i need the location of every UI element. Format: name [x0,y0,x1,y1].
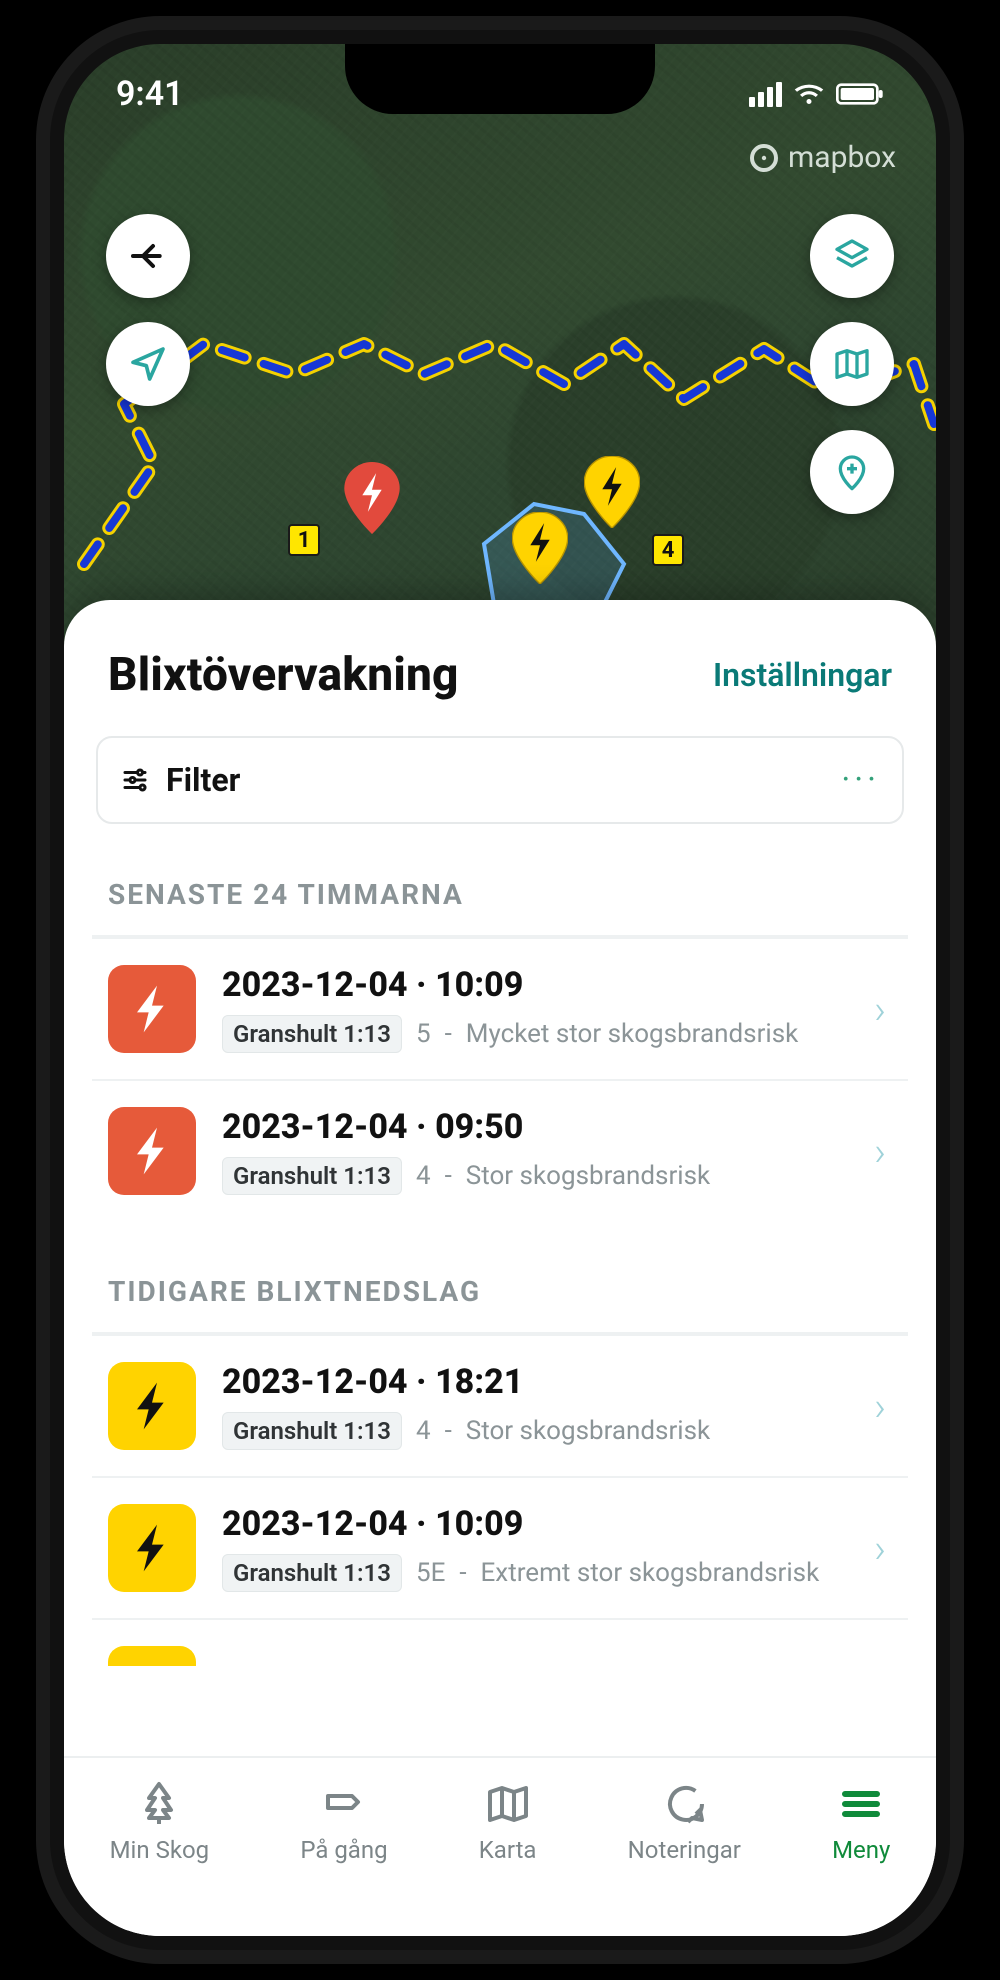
sliders-icon [120,765,150,795]
wifi-icon [794,79,824,109]
dash: - [445,1161,452,1191]
phone-frame: 9:41 mapbox [50,30,950,1950]
event-row[interactable]: 2023-12-04 · 09:50 Granshult 1:13 4 - St… [92,1079,908,1221]
event-subtitle: Granshult 1:13 4 - Stor skogsbrandsrisk [222,1157,848,1195]
pin-plus-icon [832,452,872,492]
dash: - [459,1558,466,1588]
tab-meny[interactable]: Meny [832,1780,890,1864]
chevron-right-icon: › [874,1128,892,1175]
map-icon [832,344,872,384]
tab-label: Noteringar [628,1836,741,1864]
severity-badge [108,1646,196,1666]
event-title: 2023-12-04 · 09:50 [222,1107,848,1147]
basemap-button[interactable] [810,322,894,406]
map-icon [484,1780,532,1828]
lightning-pin-yellow[interactable] [512,512,568,584]
event-title: 2023-12-04 · 18:21 [222,1362,848,1402]
event-row-peek[interactable] [92,1618,908,1666]
lightning-pin-yellow[interactable] [584,456,640,528]
filter-more-button[interactable]: ··· [841,760,880,800]
mapbox-logo-icon [750,144,778,172]
bolt-icon [132,985,172,1033]
earlier-events-list: 2023-12-04 · 18:21 Granshult 1:13 4 - St… [64,1334,936,1666]
cellular-icon [749,82,782,107]
bolt-icon [132,1524,172,1572]
property-chip: Granshult 1:13 [222,1015,402,1053]
sheet-title: Blixtövervakning [108,648,459,702]
event-level: 5E [416,1558,445,1588]
severity-badge [108,1362,196,1450]
parcel-label: 1 [288,524,320,556]
event-risk: Extremt stor skogsbrandsrisk [481,1558,820,1588]
tab-pa-gang[interactable]: På gång [300,1780,387,1864]
tab-label: Min Skog [110,1836,210,1864]
tab-noteringar[interactable]: Noteringar [628,1780,741,1864]
event-row[interactable]: 2023-12-04 · 10:09 Granshult 1:13 5E - E… [92,1476,908,1618]
tab-label: Meny [832,1836,890,1864]
event-subtitle: Granshult 1:13 5 - Mycket stor skogsbran… [222,1015,848,1053]
event-risk: Stor skogsbrandsrisk [466,1416,710,1446]
notch [345,44,655,114]
event-title: 2023-12-04 · 10:09 [222,965,848,1005]
filter-bar[interactable]: Filter ··· [96,736,904,824]
event-risk: Stor skogsbrandsrisk [466,1161,710,1191]
event-level: 4 [416,1161,431,1191]
dash: - [445,1416,452,1446]
section-recent-title: SENASTE 24 TIMMARNA [64,824,936,935]
screen: 9:41 mapbox [64,44,936,1936]
signpost-icon [320,1780,368,1828]
event-subtitle: Granshult 1:13 4 - Stor skogsbrandsrisk [222,1412,848,1450]
chevron-right-icon: › [874,1525,892,1572]
event-risk: Mycket stor skogsbrandsrisk [466,1019,799,1049]
back-button[interactable] [106,214,190,298]
navigation-icon [128,344,168,384]
map-attribution-text: mapbox [788,140,896,175]
parcel-label: 4 [652,534,684,566]
tab-bar: Min Skog På gång Karta Noteringar Meny [64,1756,936,1936]
bottom-sheet: Blixtövervakning Inställningar Filter ··… [64,600,936,1936]
property-chip: Granshult 1:13 [222,1412,402,1450]
layers-icon [832,236,872,276]
severity-badge [108,965,196,1053]
event-row[interactable]: 2023-12-04 · 10:09 Granshult 1:13 5 - My… [92,937,908,1079]
event-level: 5 [416,1019,431,1049]
event-subtitle: Granshult 1:13 5E - Extremt stor skogsbr… [222,1554,848,1592]
chevron-right-icon: › [874,986,892,1033]
lightning-pin-red[interactable] [344,462,400,534]
tab-min-skog[interactable]: Min Skog [110,1780,210,1864]
tree-icon [135,1780,183,1828]
tab-label: På gång [300,1836,387,1864]
severity-badge [108,1107,196,1195]
menu-icon [837,1780,885,1828]
layers-button[interactable] [810,214,894,298]
arrow-left-icon [128,236,168,276]
property-chip: Granshult 1:13 [222,1157,402,1195]
tab-label: Karta [479,1836,537,1864]
map-attribution: mapbox [750,140,896,175]
event-level: 4 [416,1416,431,1446]
chevron-right-icon: › [874,1383,892,1430]
property-chip: Granshult 1:13 [222,1554,402,1592]
event-title: 2023-12-04 · 10:09 [222,1504,848,1544]
bolt-icon [132,1382,172,1430]
settings-link[interactable]: Inställningar [713,656,892,694]
bolt-icon [132,1127,172,1175]
filter-label: Filter [166,761,240,799]
status-time: 9:41 [116,74,184,114]
event-row[interactable]: 2023-12-04 · 18:21 Granshult 1:13 4 - St… [92,1334,908,1476]
dash: - [445,1019,452,1049]
chat-edit-icon [660,1780,708,1828]
battery-icon [836,82,884,106]
tab-karta[interactable]: Karta [479,1780,537,1864]
severity-badge [108,1504,196,1592]
locate-button[interactable] [106,322,190,406]
recent-events-list: 2023-12-04 · 10:09 Granshult 1:13 5 - My… [64,937,936,1221]
sheet-header: Blixtövervakning Inställningar [64,600,936,736]
add-pin-button[interactable] [810,430,894,514]
status-indicators [749,79,884,109]
section-earlier-title: TIDIGARE BLIXTNEDSLAG [64,1221,936,1332]
